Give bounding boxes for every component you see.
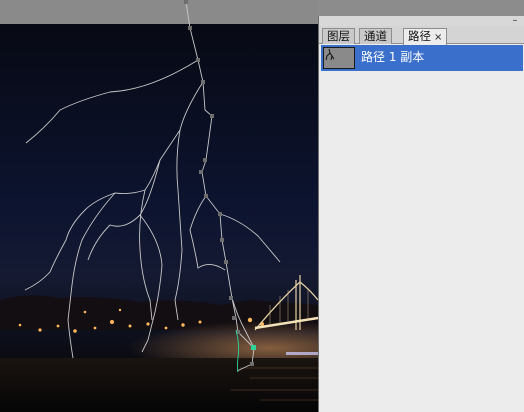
close-icon[interactable]: × — [434, 32, 442, 43]
tab-layers[interactable]: 图层 — [322, 28, 355, 44]
path-thumbnail — [323, 47, 355, 69]
tab-label: 通道 — [364, 29, 387, 43]
tab-label: 路径 — [408, 29, 431, 43]
paths-panel: – ▾ 图层 通道 路径× 路径 1 副本 — [318, 16, 524, 412]
document-canvas[interactable] — [0, 0, 318, 412]
lightning-thumbnail-icon — [325, 48, 335, 61]
tab-label: 图层 — [327, 29, 350, 43]
path-name: 路径 1 副本 — [361, 50, 425, 64]
panel-tab-strip: 图层 通道 路径 × — [319, 26, 524, 45]
active-anchor-point — [251, 345, 256, 350]
panel-title-bar[interactable] — [319, 16, 524, 26]
tab-paths[interactable]: 路径 × — [403, 28, 448, 45]
night-bridge-photo[interactable] — [0, 0, 318, 412]
path-list-item[interactable]: 路径 1 副本 — [321, 45, 523, 71]
tab-channels[interactable]: 通道 — [359, 28, 392, 44]
